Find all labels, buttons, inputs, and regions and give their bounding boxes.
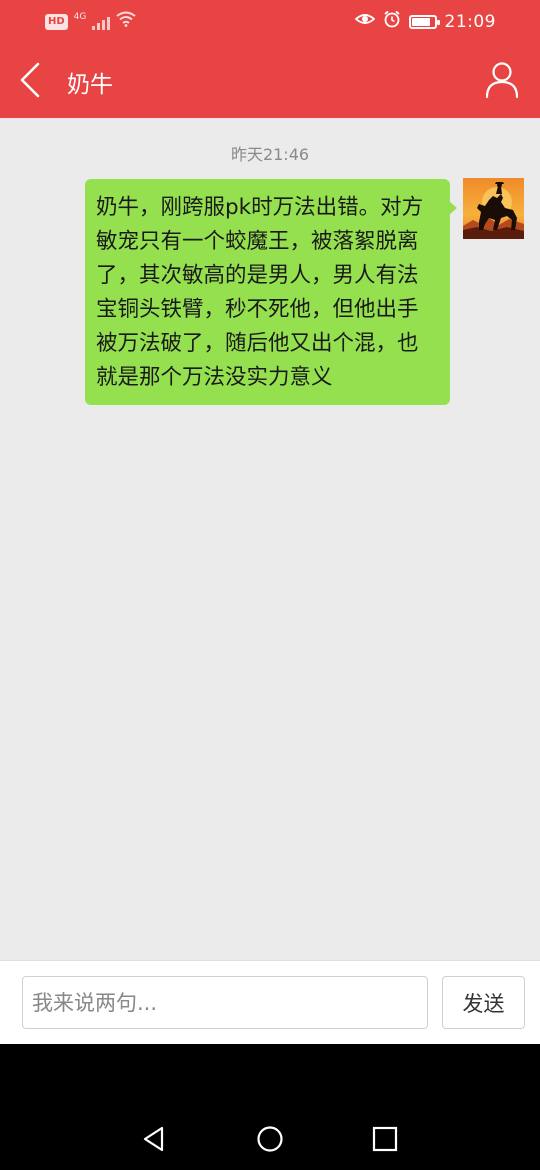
hd-badge: HD bbox=[45, 13, 68, 30]
status-left: HD 4G bbox=[45, 11, 136, 32]
system-recents-button[interactable] bbox=[368, 1122, 402, 1156]
bubble-tail bbox=[449, 201, 457, 215]
message-input[interactable] bbox=[22, 976, 428, 1029]
horse-rider-avatar-icon bbox=[463, 178, 524, 239]
profile-button[interactable] bbox=[484, 60, 520, 100]
nav-bar: 奶牛 bbox=[0, 42, 540, 118]
chevron-left-icon bbox=[20, 62, 40, 98]
message-input-bar: 发送 bbox=[0, 960, 540, 1044]
system-back-button[interactable] bbox=[137, 1122, 171, 1156]
app-header: HD 4G 21:09 奶牛 bbox=[0, 0, 540, 118]
home-circle-icon bbox=[257, 1126, 283, 1152]
message-timestamp: 昨天21:46 bbox=[230, 145, 310, 164]
user-profile-icon bbox=[485, 62, 519, 99]
status-right: 21:09 bbox=[354, 10, 497, 33]
battery-icon bbox=[408, 14, 440, 29]
send-button[interactable]: 发送 bbox=[442, 976, 525, 1029]
back-triangle-icon bbox=[143, 1126, 164, 1152]
system-navigation-bar bbox=[0, 1044, 540, 1170]
alarm-icon bbox=[383, 10, 401, 33]
chat-message-area[interactable]: 昨天21:46 奶牛，刚跨服pk时万法出错。对方敏宠只有一个蛟魔王，被落絮脱离了… bbox=[0, 118, 540, 960]
back-button[interactable] bbox=[14, 56, 50, 104]
chat-title: 奶牛 bbox=[67, 72, 113, 98]
message-bubble[interactable]: 奶牛，刚跨服pk时万法出错。对方敏宠只有一个蛟魔王，被落絮脱离了，其次敏高的是男… bbox=[85, 179, 450, 405]
network-type-label: 4G bbox=[73, 11, 87, 22]
battery-level-fill bbox=[411, 17, 431, 26]
status-time: 21:09 bbox=[444, 11, 496, 32]
avatar[interactable] bbox=[463, 178, 524, 239]
wifi-icon bbox=[116, 11, 136, 32]
eye-comfort-icon bbox=[354, 11, 375, 32]
system-home-button[interactable] bbox=[253, 1122, 287, 1156]
status-bar: HD 4G 21:09 bbox=[0, 0, 540, 42]
recents-square-icon bbox=[372, 1126, 398, 1152]
signal-icon bbox=[92, 14, 111, 30]
